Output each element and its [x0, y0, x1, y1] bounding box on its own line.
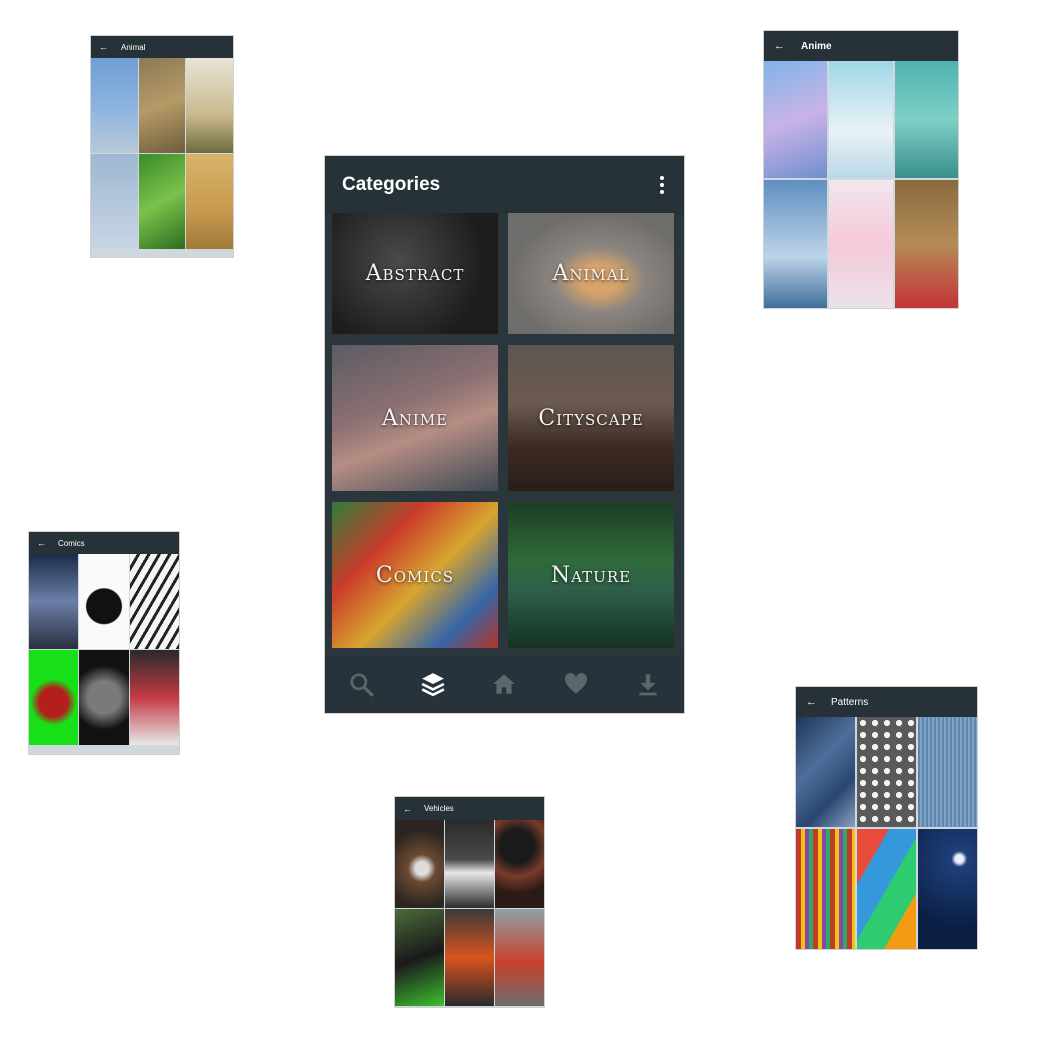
- back-arrow-icon[interactable]: ←: [403, 804, 412, 814]
- category-label: Anime: [381, 405, 449, 431]
- anime-title: Anime: [801, 40, 832, 52]
- bottom-navigation: [325, 655, 684, 713]
- category-animal[interactable]: Animal: [508, 213, 674, 334]
- anime-appbar: ← Anime: [764, 31, 958, 61]
- back-arrow-icon[interactable]: ←: [774, 40, 785, 52]
- patterns-screen: ← Patterns: [796, 687, 977, 949]
- comics-appbar: ← Comics: [29, 532, 179, 554]
- kite-thumb[interactable]: [91, 154, 138, 249]
- anime-thumb-3[interactable]: [894, 61, 958, 178]
- categories-screen: Categories Abstract Animal Anime Citysca…: [325, 156, 684, 713]
- category-label: Animal: [552, 261, 630, 286]
- anime-grid: [764, 61, 958, 308]
- anime-thumb-4[interactable]: [764, 180, 828, 308]
- vehicles-thumb-2[interactable]: [445, 820, 494, 908]
- patterns-grid: [796, 717, 977, 949]
- patterns-thumb-3[interactable]: [918, 717, 977, 827]
- comics-thumb-3[interactable]: [129, 554, 179, 649]
- vehicles-thumb-4[interactable]: [395, 909, 444, 1006]
- animal-screen: ← Animal: [91, 36, 233, 257]
- category-abstract[interactable]: Abstract: [332, 213, 498, 334]
- search-icon[interactable]: [348, 671, 374, 697]
- animal-title: Animal: [121, 42, 146, 52]
- vehicles-thumb-5[interactable]: [445, 909, 494, 1006]
- comics-screen: ← Comics: [29, 532, 179, 754]
- page-title: Categories: [342, 174, 441, 195]
- category-label: Cityscape: [538, 405, 644, 431]
- categories-appbar: Categories: [325, 156, 684, 214]
- category-nature[interactable]: Nature: [508, 502, 674, 648]
- comics-thumb-6[interactable]: [129, 650, 179, 745]
- vehicles-screen: ← Vehicles: [395, 797, 544, 1007]
- animal-grid: [91, 58, 233, 257]
- animal-appbar: ← Animal: [91, 36, 233, 58]
- home-icon[interactable]: [491, 671, 517, 697]
- layers-icon[interactable]: [420, 671, 446, 697]
- eagle-thumb[interactable]: [91, 58, 138, 153]
- cheetah-thumb[interactable]: [186, 58, 233, 153]
- vehicles-thumb-1[interactable]: [395, 820, 444, 908]
- anime-screen: ← Anime: [764, 31, 958, 308]
- heart-icon[interactable]: [563, 671, 589, 697]
- comics-grid: [29, 554, 179, 754]
- comics-thumb-2[interactable]: [79, 554, 129, 649]
- comics-thumb-1[interactable]: [29, 554, 79, 649]
- download-icon[interactable]: [635, 671, 661, 697]
- category-comics[interactable]: Comics: [332, 502, 498, 648]
- antelope-thumb[interactable]: [186, 154, 233, 249]
- category-label: Comics: [375, 562, 455, 588]
- comics-title: Comics: [58, 538, 85, 548]
- patterns-thumb-4[interactable]: [796, 829, 855, 949]
- patterns-thumb-1[interactable]: [796, 717, 855, 827]
- vehicles-thumb-3[interactable]: [495, 820, 544, 908]
- comics-thumb-5[interactable]: [79, 650, 129, 745]
- comics-thumb-4[interactable]: [29, 650, 79, 745]
- anime-thumb-2[interactable]: [829, 61, 893, 178]
- vehicles-title: Vehicles: [424, 804, 454, 813]
- patterns-thumb-5[interactable]: [857, 829, 916, 949]
- vehicles-grid: [395, 820, 544, 1007]
- vehicles-appbar: ← Vehicles: [395, 797, 544, 820]
- category-cityscape[interactable]: Cityscape: [508, 345, 674, 491]
- anime-thumb-5[interactable]: [829, 180, 893, 308]
- patterns-appbar: ← Patterns: [796, 687, 977, 717]
- category-label: Abstract: [365, 261, 465, 286]
- patterns-thumb-6[interactable]: [918, 829, 977, 949]
- patterns-title: Patterns: [831, 696, 869, 708]
- hawk-thumb[interactable]: [138, 154, 186, 249]
- overflow-menu-icon[interactable]: [660, 176, 664, 194]
- category-anime[interactable]: Anime: [332, 345, 498, 491]
- category-label: Nature: [550, 562, 632, 588]
- back-arrow-icon[interactable]: ←: [806, 696, 817, 708]
- anime-thumb-6[interactable]: [894, 180, 958, 308]
- patterns-thumb-2[interactable]: [857, 717, 916, 827]
- vehicles-thumb-6[interactable]: [495, 909, 544, 1006]
- anime-thumb-1[interactable]: [764, 61, 828, 178]
- back-arrow-icon[interactable]: ←: [37, 538, 46, 548]
- category-grid: Abstract Animal Anime Cityscape Comics N…: [332, 213, 676, 648]
- back-arrow-icon[interactable]: ←: [99, 42, 108, 52]
- leopard-thumb[interactable]: [138, 58, 186, 153]
